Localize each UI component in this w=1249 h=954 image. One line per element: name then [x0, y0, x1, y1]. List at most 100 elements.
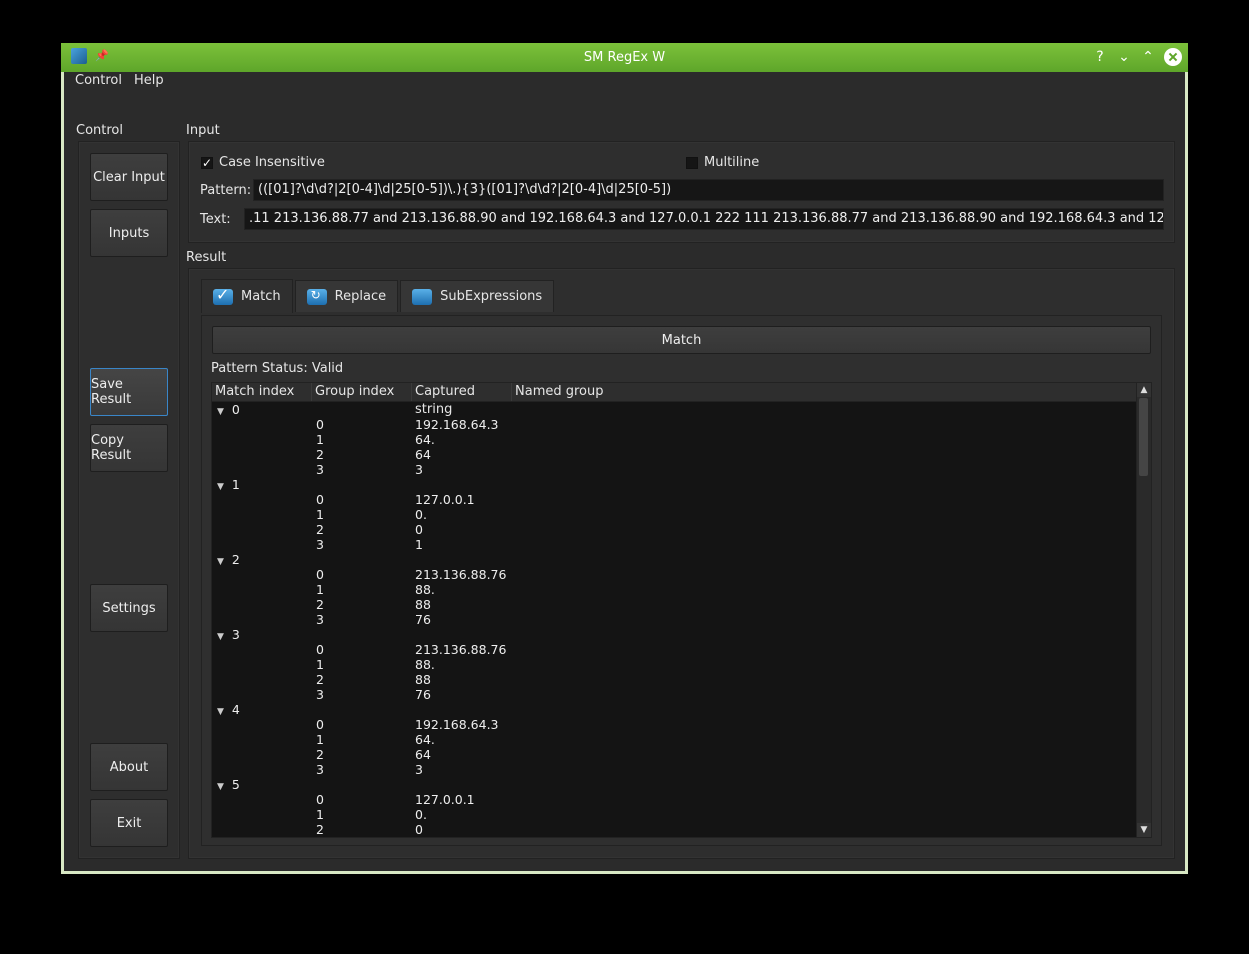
captured-string-cell: 64: [415, 747, 431, 762]
captured-string-cell: 0.: [415, 507, 427, 522]
column-group-index[interactable]: Group index: [312, 383, 412, 401]
group-row[interactable]: 1 0.: [212, 507, 1138, 522]
group-row[interactable]: 31: [212, 537, 1138, 552]
scroll-down-icon[interactable]: ▼: [1137, 823, 1151, 837]
tab-replace[interactable]: Replace: [294, 280, 399, 312]
group-row[interactable]: 2 88: [212, 597, 1138, 612]
group-row[interactable]: 2 64: [212, 447, 1138, 462]
group-row[interactable]: 0 213.136.88.76: [212, 567, 1138, 582]
input-panel: ✓ Case Insensitive Multiline Pattern: ((…: [188, 141, 1175, 243]
group-index-cell: 1: [316, 507, 324, 522]
settings-button[interactable]: Settings: [90, 584, 168, 632]
save-result-button[interactable]: Save Result: [90, 368, 168, 416]
group-row[interactable]: 2 88: [212, 672, 1138, 687]
pattern-status: Pattern Status: Valid: [211, 361, 344, 376]
group-index-cell: 3: [316, 537, 324, 552]
help-icon[interactable]: ?: [1092, 47, 1108, 67]
title-bar[interactable]: 📌 SM RegEx W ? ⌄ ⌃: [61, 43, 1188, 72]
pattern-input[interactable]: (([01]?\d\d?|2[0-4]\d|25[0-5])\.){3}([01…: [253, 179, 1164, 201]
clear-input-button[interactable]: Clear Input: [90, 153, 168, 201]
group-row[interactable]: 3 76: [212, 612, 1138, 627]
group-row[interactable]: 1 0.: [212, 807, 1138, 822]
group-row[interactable]: 0 213.136.88.76: [212, 642, 1138, 657]
control-group-label: Control: [76, 123, 123, 138]
group-row[interactable]: 20: [212, 522, 1138, 537]
scroll-up-icon[interactable]: ▲: [1137, 383, 1151, 397]
app-window: 📌 SM RegEx W ? ⌄ ⌃ Control Help Control …: [61, 43, 1188, 874]
copy-result-button[interactable]: Copy Result: [90, 424, 168, 472]
result-panel: Match Replace SubExpressions Match Patte…: [188, 268, 1175, 859]
minimize-icon[interactable]: ⌄: [1116, 47, 1132, 67]
multiline-checkbox[interactable]: Multiline: [686, 155, 759, 170]
replace-tab-icon: [306, 288, 327, 305]
group-row[interactable]: 0 127.0.0.1: [212, 792, 1138, 807]
match-button[interactable]: Match: [212, 326, 1151, 354]
captured-string-cell: 127.0.0.1: [415, 492, 475, 507]
group-index-cell: 1: [316, 657, 324, 672]
column-named-group[interactable]: Named group: [512, 383, 1138, 401]
inputs-button[interactable]: Inputs: [90, 209, 168, 257]
captured-string-cell: 0.: [415, 807, 427, 822]
group-index-cell: 0: [316, 492, 324, 507]
match-row[interactable]: ▼ 4: [212, 702, 1138, 717]
group-row[interactable]: 0 127.0.0.1: [212, 492, 1138, 507]
scrollbar-thumb[interactable]: [1139, 398, 1148, 476]
match-row[interactable]: ▼ 0: [212, 402, 1138, 417]
group-row[interactable]: 0 192.168.64.3: [212, 717, 1138, 732]
group-row[interactable]: 1 64.: [212, 432, 1138, 447]
menu-control[interactable]: Control: [64, 72, 128, 92]
match-tab-icon: [213, 285, 233, 305]
subexpressions-tab-icon: [412, 288, 433, 305]
group-row[interactable]: 1 88.: [212, 582, 1138, 597]
match-row[interactable]: ▼ 5: [212, 777, 1138, 792]
group-row[interactable]: 3 76: [212, 687, 1138, 702]
text-input[interactable]: .11 213.136.88.77 and 213.136.88.90 and …: [244, 208, 1164, 230]
pattern-label: Pattern:: [200, 183, 252, 198]
multiline-check-icon[interactable]: [686, 156, 698, 169]
text-label: Text:: [200, 212, 231, 227]
control-panel: Clear Input Inputs Save Result Copy Resu…: [78, 141, 180, 859]
result-tabs: Match Replace SubExpressions: [201, 279, 556, 313]
group-index-cell: 0: [316, 417, 324, 432]
group-index-cell: 1: [316, 432, 324, 447]
group-row[interactable]: 0 192.168.64.3: [212, 417, 1138, 432]
match-results-tree[interactable]: Match index Group index Captured string …: [211, 382, 1152, 838]
tab-subexpressions-label: SubExpressions: [440, 289, 543, 304]
case-insensitive-check-icon[interactable]: ✓: [201, 156, 213, 169]
exit-button[interactable]: Exit: [90, 799, 168, 847]
tab-subexpressions[interactable]: SubExpressions: [400, 280, 555, 312]
captured-string-cell: 76: [415, 612, 431, 627]
match-tab-pane: Match Pattern Status: Valid Match index …: [201, 315, 1162, 846]
group-index-cell: 3: [316, 462, 324, 477]
captured-string-cell: 88: [415, 597, 431, 612]
group-row[interactable]: 1 88.: [212, 657, 1138, 672]
group-row[interactable]: 2 64: [212, 747, 1138, 762]
input-group-label: Input: [186, 123, 220, 138]
match-row[interactable]: ▼ 1: [212, 477, 1138, 492]
match-row[interactable]: ▼ 2: [212, 552, 1138, 567]
tree-header: Match index Group index Captured string …: [212, 383, 1138, 417]
column-captured-string[interactable]: Captured string: [412, 383, 512, 417]
maximize-icon[interactable]: ⌃: [1140, 47, 1156, 67]
group-index-cell: 0: [316, 717, 324, 732]
captured-string-cell: 213.136.88.76: [415, 642, 507, 657]
menu-help[interactable]: Help: [128, 72, 170, 92]
case-insensitive-checkbox[interactable]: ✓ Case Insensitive: [201, 155, 325, 170]
tab-match[interactable]: Match: [201, 279, 293, 313]
case-insensitive-label: Case Insensitive: [219, 155, 325, 170]
about-button[interactable]: About: [90, 743, 168, 791]
group-row[interactable]: 33: [212, 462, 1138, 477]
captured-string-cell: 3: [415, 462, 423, 477]
tab-replace-label: Replace: [334, 289, 387, 304]
group-row[interactable]: 20: [212, 822, 1138, 837]
group-index-cell: 2: [316, 447, 324, 462]
column-match-index[interactable]: Match index: [212, 383, 312, 401]
close-icon[interactable]: [1164, 48, 1182, 66]
match-row[interactable]: ▼ 3: [212, 627, 1138, 642]
captured-string-cell: 64: [415, 447, 431, 462]
group-row[interactable]: 1 64.: [212, 732, 1138, 747]
captured-string-cell: 192.168.64.3: [415, 717, 499, 732]
group-row[interactable]: 33: [212, 762, 1138, 777]
captured-string-cell: 88: [415, 672, 431, 687]
vertical-scrollbar[interactable]: ▲ ▼: [1136, 383, 1151, 837]
